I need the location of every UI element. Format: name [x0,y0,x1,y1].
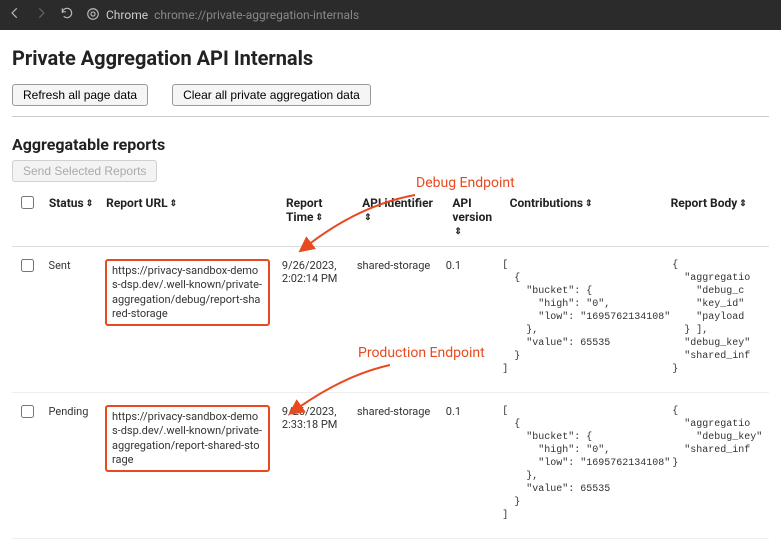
cell-contributions: [ { "bucket": { "high": "0", "low": "169… [502,259,660,376]
col-report-body[interactable]: Report Body⇕ [665,196,769,238]
cell-contributions: [ { "bucket": { "high": "0", "low": "169… [502,405,660,522]
cell-report-body: { "aggregatio "debug_key" "shared_inf } [672,405,763,470]
back-icon[interactable] [8,6,22,24]
cell-api-version: 0.1 [440,405,496,418]
refresh-button[interactable]: Refresh all page data [12,84,148,106]
url-path: chrome://private-aggregation-internals [154,8,359,22]
cell-report-time: 9/26/2023, 2:33:18 PM [276,405,351,431]
divider [12,116,769,117]
col-contributions[interactable]: Contributions⇕ [504,196,665,238]
chrome-icon [86,7,100,24]
col-report-time[interactable]: Report Time⇕ [280,196,356,238]
cell-report-body: { "aggregatio "debug_c "key_id" "payload… [672,259,763,376]
cell-api-identifier: shared-storage [351,259,440,272]
browser-toolbar: Chrome chrome://private-aggregation-inte… [0,0,781,30]
cell-status: Pending [43,405,99,418]
section-title: Aggregatable reports [12,135,769,154]
row-checkbox[interactable] [21,259,34,272]
cell-report-time: 9/26/2023, 2:02:14 PM [276,259,351,285]
cell-api-version: 0.1 [440,259,496,272]
col-api-version[interactable]: API version⇕ [446,196,503,238]
col-report-url[interactable]: Report URL⇕ [100,196,280,238]
cell-status: Sent [43,259,99,272]
send-selected-button[interactable]: Send Selected Reports [12,160,157,182]
table-row: Pending https://privacy-sandbox-demos-ds… [12,393,769,539]
address-bar[interactable]: Chrome chrome://private-aggregation-inte… [86,7,359,24]
reload-icon[interactable] [60,6,74,24]
cell-api-identifier: shared-storage [351,405,440,418]
reports-table: Status⇕ Report URL⇕ Report Time⇕ API ide… [12,188,769,539]
col-status[interactable]: Status⇕ [43,196,100,238]
table-row: Sent https://privacy-sandbox-demos-dsp.d… [12,247,769,393]
cell-report-url: https://privacy-sandbox-demos-dsp.dev/.w… [105,259,270,326]
col-api-identifier[interactable]: API identifier⇕ [356,196,446,238]
forward-icon[interactable] [34,6,48,24]
row-checkbox[interactable] [21,405,34,418]
url-scheme-label: Chrome [106,8,148,22]
cell-report-url: https://privacy-sandbox-demos-dsp.dev/.w… [105,405,270,472]
clear-button[interactable]: Clear all private aggregation data [172,84,371,106]
select-all-checkbox[interactable] [21,196,34,209]
page-title: Private Aggregation API Internals [12,46,769,70]
